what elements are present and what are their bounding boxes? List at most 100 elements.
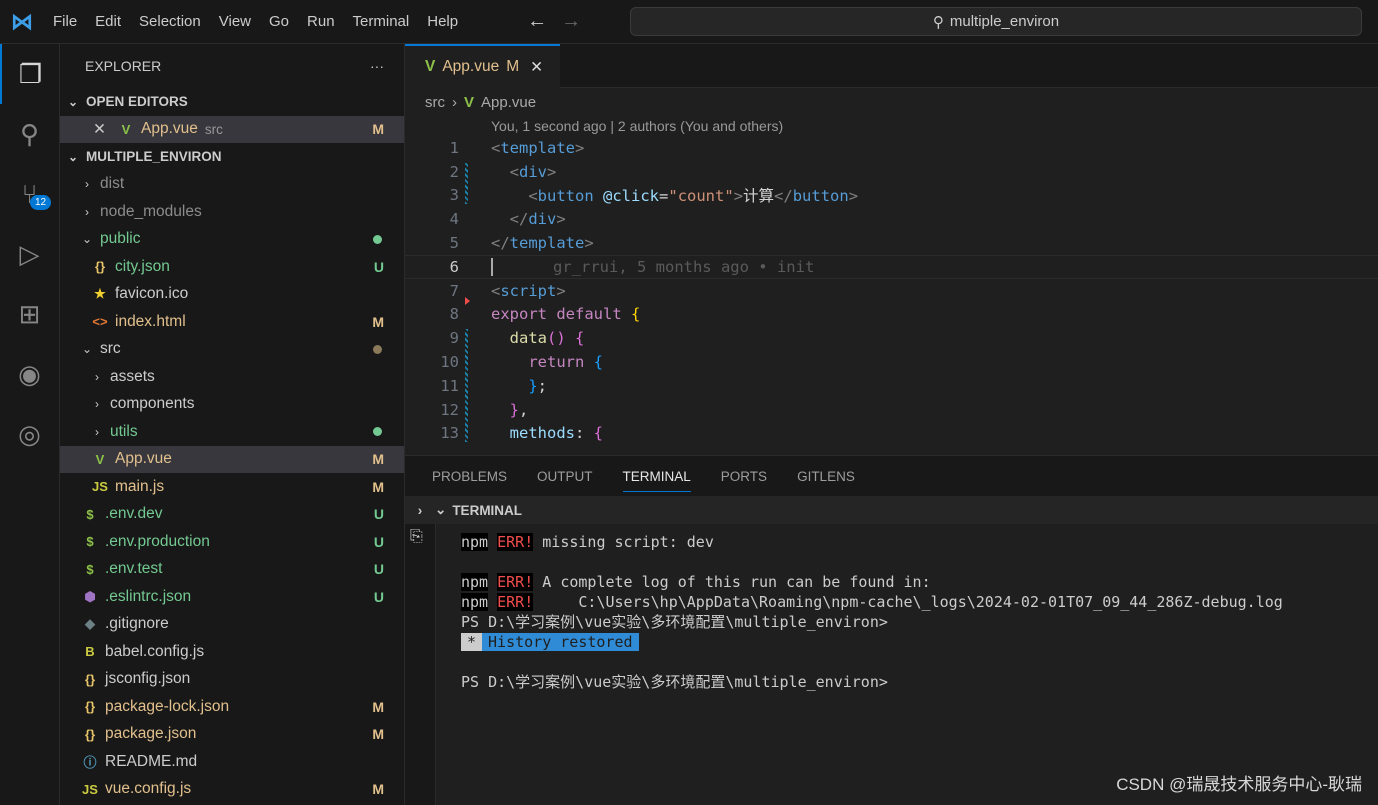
explorer-sidebar: EXPLORER ··· ⌄ OPEN EDITORS ✕ V App.vue sr… [60, 44, 405, 805]
gitlens-icon[interactable]: ◎ [0, 404, 59, 464]
code-line: 2 <div> [449, 162, 557, 181]
file-item[interactable]: JS main.js M [60, 473, 404, 501]
breadcrumb: src › V App.vue [425, 93, 537, 111]
vue-file-icon: V [425, 58, 436, 75]
panel-tab-problems[interactable]: PROBLEMS [432, 469, 507, 484]
close-icon[interactable]: ✕ [93, 120, 106, 139]
activity-bar: ❐ ⚲ ⑂ 12 ▷ ⊞ ◉ ◎ [0, 44, 60, 805]
file-item[interactable]: $ .env.production U [60, 528, 404, 556]
folder-item[interactable]: › node_modules [60, 198, 404, 226]
code-line: 12 }, [440, 400, 529, 419]
file-type-icon: ★ [94, 286, 106, 302]
git-deleted-marker [465, 296, 470, 305]
folder-item[interactable]: › assets [60, 363, 404, 391]
open-editor-item[interactable]: ✕ V App.vue src M [60, 115, 404, 143]
source-control-icon[interactable]: ⑂ 12 [0, 164, 59, 224]
file-type-icon: $ [86, 534, 94, 550]
status-dot [373, 234, 382, 244]
file-item[interactable]: $ .env.dev U [60, 501, 404, 529]
panel-tab-ports[interactable]: PORTS [721, 469, 767, 484]
command-center-search[interactable]: ⚲ multiple_environ [630, 7, 1362, 36]
code-line: 13 methods: { [440, 424, 604, 443]
folder-item[interactable]: › utils [60, 418, 404, 446]
vue-file-icon: V [121, 121, 131, 137]
open-editors-section[interactable]: ⌄ OPEN EDITORS [60, 88, 404, 116]
scm-badge: 12 [30, 195, 52, 210]
folder-item[interactable]: › components [60, 391, 404, 419]
inline-blame: gr_rrui, 5 months ago • init [553, 257, 815, 276]
codelens-blame[interactable]: You, 1 second ago | 2 authors (You and o… [405, 116, 1378, 136]
file-type-icon: ◆ [85, 616, 95, 632]
git-graph-icon[interactable]: ◉ [0, 344, 59, 404]
tab-app-vue[interactable]: V App.vue M ✕ [405, 44, 560, 88]
file-item[interactable]: {} city.json U [60, 253, 404, 281]
menu-help[interactable]: Help [427, 13, 458, 30]
file-item[interactable]: Bbabel.config.js [60, 638, 404, 666]
watermark: CSDN @瑞晟技术服务中心-耿瑞 [1116, 775, 1362, 794]
code-line: 8 export default { [449, 305, 641, 324]
title-bar: ⋈ File Edit Selection View Go Run Terminal Help… [0, 0, 1378, 44]
status-dot [373, 344, 382, 354]
close-tab-icon[interactable]: ✕ [530, 58, 543, 77]
menu-bar: File Edit Selection View Go Run Terminal Help [44, 13, 467, 30]
status-dot [373, 427, 382, 437]
file-item[interactable]: {} package.json M [60, 721, 404, 749]
file-type-icon: {} [84, 726, 96, 742]
menu-selection[interactable]: Selection [139, 13, 201, 30]
extensions-icon[interactable]: ⊞ [0, 284, 59, 344]
terminal-icon[interactable]: ⎘ [410, 528, 423, 546]
file-item[interactable]: <> index.html M [60, 308, 404, 336]
menu-go[interactable]: Go [269, 13, 289, 30]
menu-file[interactable]: File [53, 13, 77, 30]
file-type-icon: B [85, 644, 95, 660]
file-item[interactable]: $ .env.test U [60, 556, 404, 584]
file-type-icon: {} [84, 699, 96, 715]
file-type-icon: {} [84, 671, 96, 687]
chevron-right-icon: › [95, 424, 99, 439]
file-type-icon: <> [92, 314, 108, 330]
code-line: 4 </div> [449, 210, 566, 229]
file-type-icon: ⬢ [84, 588, 96, 604]
code-editor[interactable]: 1 <template> 2 <div> 3 <button @click="coun… [405, 136, 1378, 445]
menu-run[interactable]: Run [307, 13, 335, 30]
folder-item[interactable]: ⌄ src [60, 336, 404, 364]
code-line: 7 <script> [449, 281, 566, 300]
forward-arrow-icon[interactable]: → [561, 10, 581, 33]
back-arrow-icon[interactable]: ← [527, 10, 547, 33]
code-line: 10 return { [440, 353, 604, 372]
file-item[interactable]: {} package-lock.json M [60, 693, 404, 721]
search-icon[interactable]: ⚲ [0, 104, 59, 164]
project-section[interactable]: ⌄ MULTIPLE_ENVIRON [60, 143, 404, 171]
more-actions-icon[interactable]: ··· [370, 58, 384, 74]
panel-tab-output[interactable]: OUTPUT [537, 469, 593, 484]
folder-item[interactable]: › dist [60, 171, 404, 199]
panel-tab-gitlens[interactable]: GITLENS [797, 469, 855, 484]
chevron-right-icon: › [85, 177, 89, 192]
file-item[interactable]: V App.vue M [60, 445, 404, 473]
folder-item[interactable]: ⌄ public [60, 226, 404, 254]
file-type-icon: JS [82, 781, 98, 797]
menu-terminal[interactable]: Terminal [353, 13, 410, 30]
file-item[interactable]: ⬢ .eslintrc.json U [60, 583, 404, 611]
code-line: 9 data() { [449, 329, 585, 348]
panel-tab-terminal[interactable]: TERMINAL [622, 469, 691, 492]
file-item[interactable]: ★ favicon.ico [60, 281, 404, 309]
vscode-logo-icon: ⋈ [11, 8, 33, 34]
file-item[interactable]: ◆ .gitignore [60, 611, 404, 639]
file-item[interactable]: JS vue.config.js M [60, 776, 404, 804]
code-line: 5 </template> [449, 234, 594, 253]
explorer-title: EXPLORER [85, 58, 162, 74]
run-debug-icon[interactable]: ▷ [0, 224, 59, 284]
terminal-output[interactable]: npm ERR! missing script: dev npm ERR! A … [435, 524, 1378, 805]
explorer-icon[interactable]: ❐ [0, 44, 59, 104]
search-icon: ⚲ [932, 13, 944, 31]
menu-view[interactable]: View [219, 13, 251, 30]
menu-edit[interactable]: Edit [95, 13, 121, 30]
file-item[interactable]: ⓘ README.md [60, 748, 404, 776]
chevron-right-icon: › [95, 369, 99, 384]
file-item[interactable]: {} jsconfig.json [60, 666, 404, 694]
vue-file-icon: V [464, 93, 475, 111]
chevron-right-icon[interactable]: › [405, 503, 435, 518]
file-type-icon: $ [86, 506, 94, 522]
bottom-panel: PROBLEMS OUTPUT TERMINAL PORTS GITLENS › ⌄ TER… [405, 455, 1378, 805]
